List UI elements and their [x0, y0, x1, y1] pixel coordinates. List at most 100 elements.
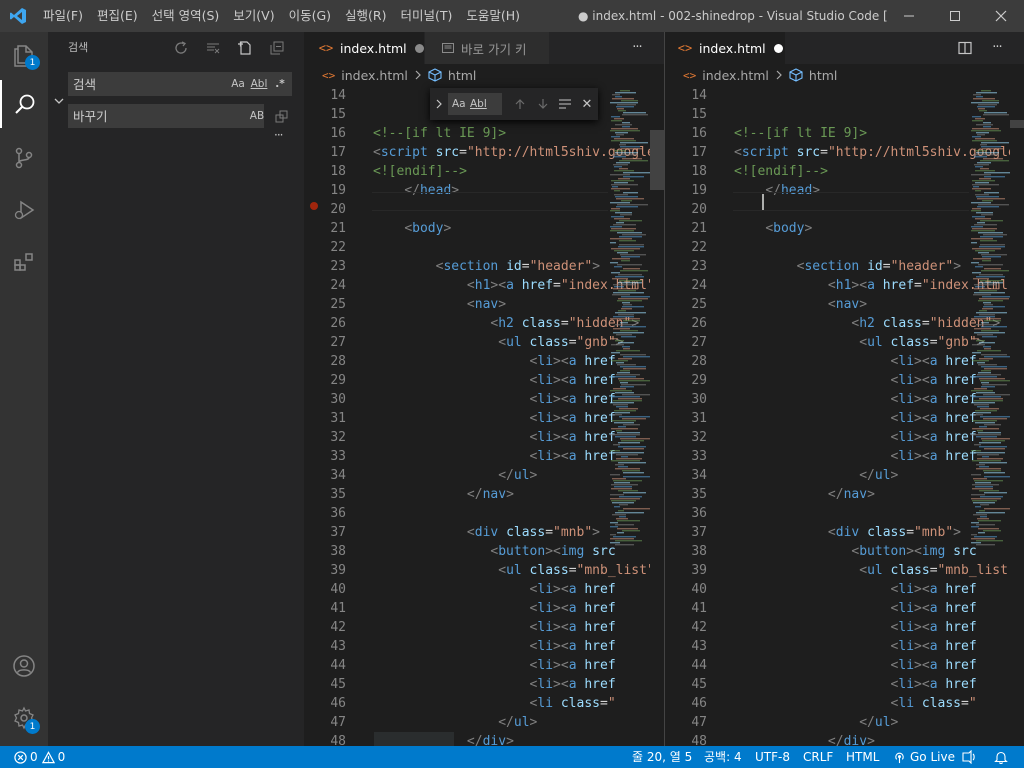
minimize-button[interactable]	[886, 0, 932, 32]
use-regex-toggle[interactable]: .*	[272, 76, 288, 92]
breadcrumb-item-file[interactable]: index.html	[702, 68, 769, 83]
notifications-button[interactable]	[994, 746, 1008, 768]
breadcrumb-item-file[interactable]: index.html	[341, 68, 408, 83]
toggle-replace-chevron[interactable]	[430, 99, 448, 109]
match-case-toggle[interactable]: Aa	[230, 76, 246, 92]
breadcrumb-item-html[interactable]: html	[448, 68, 476, 83]
close-window-button[interactable]	[978, 0, 1024, 32]
chevron-down-icon	[54, 98, 64, 104]
minimap-line	[619, 240, 636, 242]
minimap-line	[617, 372, 630, 374]
unsaved-dot-icon[interactable]	[414, 43, 424, 53]
menu-item[interactable]: 보기(V)	[226, 0, 281, 32]
search-view-button[interactable]	[0, 80, 48, 128]
menu-item[interactable]: 이동(G)	[282, 0, 338, 32]
indentation[interactable]: 공백: 4	[704, 746, 742, 768]
minimap-line	[610, 210, 620, 212]
manage-button[interactable]: 1	[0, 694, 48, 742]
previous-match-button[interactable]	[508, 98, 532, 110]
find-match-case-toggle[interactable]: Aa	[452, 98, 470, 110]
html-file-icon: <>	[683, 68, 697, 82]
find-whole-word-toggle[interactable]: Abl	[470, 98, 488, 110]
minimap-line	[984, 356, 1011, 358]
horizontal-scrollbar-thumb[interactable]	[374, 732, 454, 746]
minimap-line	[612, 294, 630, 296]
scrollbar-thumb[interactable]	[1010, 120, 1024, 128]
find-input-box[interactable]: Aa Abl	[448, 93, 502, 115]
tab-index-html[interactable]: <> index.html	[665, 32, 785, 64]
minimap-line	[611, 460, 640, 462]
minimap-line	[979, 398, 1003, 400]
minimap-line	[971, 542, 981, 544]
code-token: ><	[553, 658, 569, 673]
maximize-button[interactable]	[932, 0, 978, 32]
tab-keyboard-shortcuts[interactable]: 바로 가기 키	[425, 32, 549, 64]
replace-input[interactable]	[68, 104, 218, 128]
more-actions-button[interactable]: ···	[986, 32, 1008, 64]
preserve-case-toggle[interactable]: AB	[248, 108, 266, 124]
code-editor[interactable]: 14 15 16 <!--[if lt IE 9]> 17 <script src="ht…	[665, 86, 1024, 746]
breakpoint-dot-icon[interactable]	[310, 202, 318, 210]
code-token: section	[443, 259, 499, 274]
source-control-button[interactable]	[0, 134, 48, 182]
find-widget: Aa Abl ✕	[430, 88, 598, 120]
more-actions-button[interactable]: ···	[626, 32, 648, 64]
menu-item[interactable]: 선택 영역(S)	[145, 0, 227, 32]
minimap-line	[613, 452, 644, 454]
minimap[interactable]	[608, 86, 656, 746]
language-mode[interactable]: HTML	[846, 746, 879, 768]
code-token: li	[537, 373, 554, 388]
minimap-line	[971, 130, 1001, 132]
menu-item[interactable]: 터미널(T)	[394, 0, 460, 32]
problems-indicator[interactable]: 0 0	[14, 746, 65, 768]
menu-item[interactable]: 도움말(H)	[459, 0, 527, 32]
explorer-button[interactable]: 1	[0, 32, 48, 80]
match-whole-word-toggle[interactable]: Abl	[250, 76, 268, 92]
collapse-all-button[interactable]	[268, 39, 286, 57]
run-debug-button[interactable]	[0, 186, 48, 234]
feedback-button[interactable]	[961, 746, 977, 768]
toggle-replace-button[interactable]	[52, 94, 66, 108]
breadcrumb-item-html[interactable]: html	[809, 68, 837, 83]
vscode-logo-icon[interactable]	[0, 0, 36, 32]
scrollbar-thumb[interactable]	[650, 130, 664, 190]
find-in-selection-button[interactable]	[554, 98, 576, 110]
next-match-button[interactable]	[532, 98, 554, 110]
minimap-line	[979, 178, 991, 180]
code-token: a	[568, 658, 577, 673]
search-input[interactable]	[68, 72, 218, 96]
encoding[interactable]: UTF-8	[755, 746, 790, 768]
vertical-scrollbar[interactable]	[650, 86, 664, 746]
code-token: li	[898, 601, 915, 616]
tab-index-html[interactable]: <> index.html	[304, 32, 424, 64]
menu-item[interactable]: 파일(F)	[36, 0, 90, 32]
minimap-line	[610, 474, 620, 476]
more-options-button[interactable]: ···	[274, 128, 284, 142]
minimap-line	[619, 408, 638, 410]
accounts-button[interactable]	[0, 642, 48, 690]
minimap-line	[977, 518, 989, 520]
minimap-line	[611, 344, 624, 346]
extensions-button[interactable]	[0, 238, 48, 286]
vertical-scrollbar[interactable]	[1010, 86, 1024, 746]
split-editor-button[interactable]	[957, 40, 973, 56]
cursor-position[interactable]: 줄 20, 열 5	[632, 746, 692, 768]
go-live-button[interactable]: Go Live	[893, 746, 955, 768]
menu-item[interactable]: 실행(R)	[338, 0, 393, 32]
unsaved-dot-icon[interactable]	[773, 43, 783, 53]
html-element-icon	[428, 68, 442, 82]
new-search-editor-button[interactable]	[236, 39, 254, 57]
code-editor[interactable]: 14 15 16 <!--[if lt IE 9]> 17 <script src="ht…	[304, 86, 664, 746]
close-find-widget-button[interactable]: ✕	[576, 97, 598, 112]
line-number: 48	[691, 734, 707, 746]
clear-results-button[interactable]	[204, 39, 222, 57]
minimap-line	[615, 436, 636, 438]
minimap-line	[981, 214, 993, 216]
menu-item[interactable]: 편집(E)	[90, 0, 145, 32]
minimap-line	[981, 438, 1011, 440]
replace-all-button[interactable]	[274, 108, 292, 124]
refresh-button[interactable]	[172, 39, 190, 57]
end-of-line[interactable]: CRLF	[803, 746, 833, 768]
